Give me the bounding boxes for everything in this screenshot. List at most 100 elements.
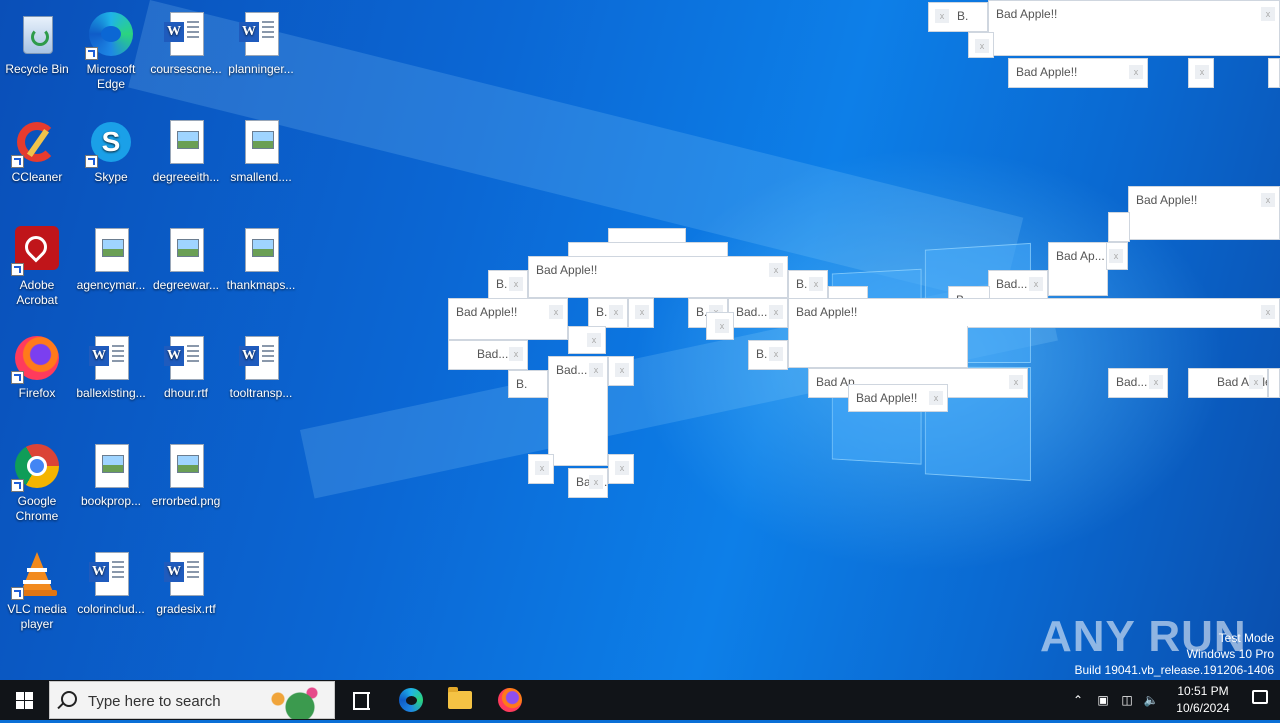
close-icon[interactable]: x — [535, 461, 549, 475]
bad-apple-window[interactable]: B.x — [788, 270, 828, 300]
bad-apple-window[interactable]: B.x — [928, 2, 988, 32]
bad-apple-window[interactable]: B.x — [488, 270, 528, 300]
desktop-icon-vlc[interactable]: VLC media player — [1, 544, 73, 632]
close-icon[interactable]: x — [1129, 65, 1143, 79]
desktop-icon-file[interactable]: degreeeith... — [150, 112, 222, 185]
close-icon[interactable]: x — [635, 305, 649, 319]
close-icon[interactable]: x — [975, 39, 989, 53]
bad-apple-window[interactable]: Bad Apple!!x — [1188, 368, 1268, 398]
desktop-icon-file[interactable]: W planninger... — [225, 4, 297, 77]
network-button[interactable]: ◫ — [1116, 680, 1138, 720]
bad-apple-window[interactable]: Bad Apple!!x — [1008, 58, 1148, 88]
bad-apple-window[interactable]: Bad Apple!!x — [528, 256, 788, 298]
desktop-icon-recycle-bin[interactable]: Recycle Bin — [1, 4, 73, 77]
close-icon[interactable]: x — [1261, 305, 1275, 319]
taskbar-file-explorer-button[interactable] — [436, 680, 484, 720]
bad-apple-window[interactable]: Bad...x — [1108, 368, 1168, 398]
close-icon[interactable]: x — [1009, 375, 1023, 389]
bad-apple-window[interactable]: Bad...x — [568, 468, 608, 498]
desktop-icon-file[interactable]: bookprop... — [75, 436, 147, 509]
close-icon[interactable]: x — [1261, 193, 1275, 207]
bad-apple-window[interactable]: Bad Ap... — [1048, 242, 1108, 296]
image-file-icon — [87, 226, 135, 274]
start-button[interactable] — [0, 680, 48, 720]
clock[interactable]: 10:51 PM 10/6/2024 — [1168, 680, 1238, 723]
taskbar-edge-button[interactable] — [386, 680, 434, 720]
bad-apple-window[interactable]: Bad Apple!!x — [848, 384, 948, 412]
bad-apple-window[interactable]: x — [568, 326, 606, 354]
bad-apple-window[interactable]: x — [706, 312, 734, 340]
bad-apple-window[interactable]: x — [1106, 242, 1128, 270]
bad-apple-window[interactable] — [1108, 212, 1130, 242]
bad-apple-window[interactable] — [788, 326, 968, 368]
desktop-icon-file[interactable]: W tooltransp... — [225, 328, 297, 401]
bad-apple-window[interactable]: Bad Apple!!x — [988, 0, 1280, 56]
close-icon[interactable]: x — [509, 347, 523, 361]
close-icon[interactable]: x — [715, 319, 729, 333]
bad-apple-window[interactable]: Bad Apple!!x — [1128, 186, 1280, 240]
desktop-icon-file[interactable]: agencymar... — [75, 220, 147, 293]
close-icon[interactable]: x — [1029, 277, 1043, 291]
desktop-icon-chrome[interactable]: Google Chrome — [1, 436, 73, 524]
desktop-icon-file[interactable]: W ballexisting... — [75, 328, 147, 401]
bad-apple-window[interactable]: Bad Apple!!x — [448, 298, 568, 340]
close-icon[interactable]: x — [1249, 375, 1263, 389]
close-icon[interactable]: x — [769, 347, 783, 361]
close-icon[interactable]: x — [1261, 7, 1275, 21]
tray-app-icon[interactable]: ▣ — [1092, 680, 1114, 720]
bad-apple-window[interactable]: x — [608, 454, 634, 484]
bad-apple-window[interactable]: x — [528, 454, 554, 484]
desktop-icon-file[interactable]: W coursescne... — [150, 4, 222, 77]
desktop-icon-file[interactable]: W colorinclud... — [75, 544, 147, 617]
task-view-button[interactable] — [336, 680, 384, 720]
desktop-icon-file[interactable]: errorbed.png — [150, 436, 222, 509]
desktop-icon-file[interactable]: W dhour.rtf — [150, 328, 222, 401]
close-icon[interactable]: x — [935, 9, 949, 23]
bad-apple-window[interactable]: Bad...x — [728, 298, 788, 328]
bad-apple-window[interactable]: Bad...x — [988, 270, 1048, 300]
close-icon[interactable]: x — [587, 333, 601, 347]
desktop-icon-ccleaner[interactable]: CCleaner — [1, 112, 73, 185]
show-hidden-icons-button[interactable]: ⌃ — [1066, 680, 1090, 720]
bad-apple-window[interactable]: x — [1188, 58, 1214, 88]
close-icon[interactable]: x — [1109, 249, 1123, 263]
bad-apple-window[interactable]: x — [608, 356, 634, 386]
volume-button[interactable]: 🔈 — [1140, 680, 1162, 720]
bad-apple-window[interactable] — [1268, 368, 1280, 398]
bad-apple-window[interactable]: Bad Apple!!x — [788, 298, 1280, 328]
desktop-icon-label: thankmaps... — [226, 278, 296, 292]
bad-apple-window[interactable]: B.x — [588, 298, 628, 328]
bad-apple-window[interactable]: x — [968, 32, 994, 58]
bad-apple-window[interactable]: Bad...x — [448, 340, 528, 370]
close-icon[interactable]: x — [1195, 65, 1209, 79]
bad-apple-window[interactable]: Bad...x — [548, 356, 608, 466]
bad-apple-window[interactable]: B.x — [748, 340, 788, 370]
desktop-icon-firefox[interactable]: Firefox — [1, 328, 73, 401]
close-icon[interactable]: x — [549, 305, 563, 319]
taskbar-search-box[interactable]: Type here to search — [49, 681, 335, 719]
notification-center-icon[interactable] — [1252, 690, 1268, 704]
close-icon[interactable]: x — [589, 475, 603, 489]
desktop[interactable]: Recycle Bin Microsoft Edge W coursescne.… — [0, 0, 1280, 680]
desktop-icon-file[interactable]: W gradesix.rtf — [150, 544, 222, 617]
desktop-icon-file[interactable]: degreewar... — [150, 220, 222, 293]
close-icon[interactable]: x — [929, 391, 943, 405]
desktop-icon-file[interactable]: thankmaps... — [225, 220, 297, 293]
close-icon[interactable]: x — [769, 263, 783, 277]
desktop-icon-acrobat[interactable]: Adobe Acrobat — [1, 220, 73, 308]
desktop-icon-edge[interactable]: Microsoft Edge — [75, 4, 147, 92]
close-icon[interactable]: x — [1149, 375, 1163, 389]
close-icon[interactable]: x — [509, 277, 523, 291]
desktop-icon-skype[interactable]: S Skype — [75, 112, 147, 185]
taskbar-firefox-button[interactable] — [485, 680, 533, 720]
close-icon[interactable]: x — [615, 363, 629, 377]
bad-apple-window[interactable] — [1268, 58, 1280, 88]
close-icon[interactable]: x — [769, 305, 783, 319]
close-icon[interactable]: x — [809, 277, 823, 291]
close-icon[interactable]: x — [615, 461, 629, 475]
bad-apple-window[interactable]: B. — [508, 370, 548, 398]
desktop-icon-file[interactable]: smallend.... — [225, 112, 297, 185]
close-icon[interactable]: x — [589, 363, 603, 377]
bad-apple-window[interactable]: x — [628, 298, 654, 328]
close-icon[interactable]: x — [609, 305, 623, 319]
